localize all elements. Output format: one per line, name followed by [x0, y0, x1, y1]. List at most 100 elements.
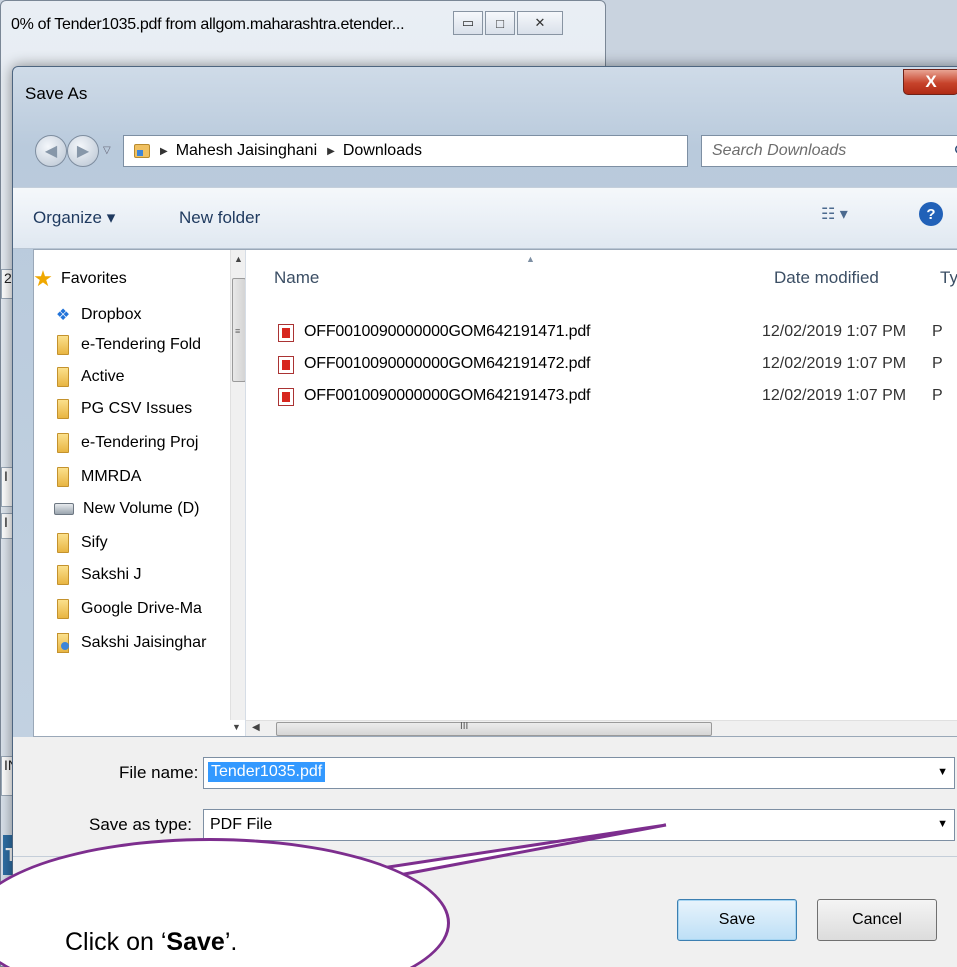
nav-item-label: New Volume (D): [83, 500, 200, 517]
maximize-button[interactable]: □: [485, 11, 515, 35]
star-icon: ★: [34, 266, 53, 291]
nav-item-folder[interactable]: Sakshi J: [54, 560, 245, 590]
nav-item-drive[interactable]: New Volume (D): [54, 494, 245, 524]
folder-icon: [57, 599, 69, 619]
close-button[interactable]: ✕: [517, 11, 563, 35]
nav-item-label: Sakshi Jaisinghar: [81, 634, 207, 651]
search-placeholder: Search Downloads: [712, 142, 847, 159]
file-date: 12/02/2019 1:07 PM: [762, 355, 907, 372]
window-controls: ▭ □ ✕: [453, 11, 563, 35]
breadcrumb-downloads[interactable]: Downloads: [343, 142, 422, 160]
minimize-button[interactable]: ▭: [453, 11, 483, 35]
file-type: P: [932, 387, 943, 404]
column-header-date[interactable]: Date modified: [774, 250, 879, 306]
breadcrumb-separator-icon: ▶: [160, 145, 168, 157]
file-row[interactable]: OFF0010090000000GOM642191471.pdf 12/02/2…: [278, 318, 957, 348]
save-as-type-value: PDF File: [210, 816, 273, 833]
nav-item-dropbox[interactable]: ❖ Dropbox: [54, 300, 245, 330]
folder-icon: [134, 144, 150, 158]
nav-item-favorites[interactable]: ★ Favorites: [34, 264, 245, 294]
nav-item-label: Sakshi J: [81, 566, 142, 583]
back-arrow-icon[interactable]: ◀: [35, 135, 67, 167]
help-icon[interactable]: ?: [919, 202, 943, 226]
nav-item-label: PG CSV Issues: [81, 400, 193, 417]
nav-item-folder[interactable]: PG CSV Issues: [54, 394, 245, 424]
pdf-icon: [278, 388, 294, 406]
nav-item-folder[interactable]: e-Tendering Proj: [54, 428, 245, 458]
nav-item-folder[interactable]: Google Drive-Ma: [54, 594, 245, 624]
dialog-title: Save As: [25, 84, 88, 103]
callout-text: Click on ‘Save’.: [65, 928, 237, 957]
nav-item-label: Favorites: [61, 270, 127, 287]
view-options-icon[interactable]: ☷ ▾: [821, 204, 848, 224]
progress-window-title: 0% of Tender1035.pdf from allgom.maharas…: [11, 16, 405, 33]
nav-item-folder[interactable]: Sify: [54, 528, 245, 558]
save-as-dialog: Save As X ◀ ▶ ▽ ▶ Mahesh Jaisinghani ▶ D…: [12, 66, 957, 967]
nav-item-folder[interactable]: MMRDA: [54, 462, 245, 492]
nav-item-folder[interactable]: Active: [54, 362, 245, 392]
hard-drive-icon: [54, 503, 74, 515]
grip-icon: III: [460, 721, 469, 732]
file-type: P: [932, 355, 943, 372]
browser-area: ★ Favorites ❖ Dropbox e-Tendering Fold A…: [33, 249, 957, 737]
search-input[interactable]: Search Downloads ⚲: [701, 135, 957, 167]
nav-item-label: e-Tendering Proj: [81, 434, 199, 451]
organize-menu-button[interactable]: Organize ▾: [33, 208, 115, 228]
breadcrumb-user[interactable]: Mahesh Jaisinghani: [176, 142, 317, 160]
file-row[interactable]: OFF0010090000000GOM642191473.pdf 12/02/2…: [278, 382, 957, 412]
file-row[interactable]: OFF0010090000000GOM642191472.pdf 12/02/2…: [278, 350, 957, 380]
nav-item-label: Dropbox: [81, 306, 142, 323]
file-name-label: File name:: [119, 763, 199, 782]
horizontal-scrollbar[interactable]: ◀ III ▶: [246, 720, 957, 736]
save-as-type-label: Save as type:: [89, 815, 193, 834]
pdf-icon: [278, 356, 294, 374]
command-toolbar: Organize ▾ New folder ☷ ▾ ?: [13, 187, 957, 249]
callout-prefix: Click on ‘: [65, 928, 167, 956]
folder-icon: [57, 467, 69, 487]
scroll-left-icon[interactable]: ◀: [252, 722, 260, 733]
file-name: OFF0010090000000GOM642191471.pdf: [304, 323, 591, 340]
nav-item-folder[interactable]: e-Tendering Fold: [54, 330, 245, 360]
breadcrumb-separator-icon: ▶: [327, 145, 335, 157]
file-name: OFF0010090000000GOM642191472.pdf: [304, 355, 591, 372]
column-header-type[interactable]: Ty: [940, 250, 957, 306]
navigation-pane: ★ Favorites ❖ Dropbox e-Tendering Fold A…: [34, 250, 246, 736]
folder-icon: [57, 433, 69, 453]
address-bar[interactable]: ▶ Mahesh Jaisinghani ▶ Downloads ▼ ↻: [123, 135, 752, 167]
search-icon[interactable]: ⚲: [954, 142, 957, 162]
new-folder-button[interactable]: New folder: [179, 208, 260, 228]
file-date: 12/02/2019 1:07 PM: [762, 387, 907, 404]
file-type: P: [932, 323, 943, 340]
nav-item-label: Active: [81, 368, 125, 385]
dialog-close-button[interactable]: X: [903, 69, 957, 95]
scroll-down-icon[interactable]: ▼: [232, 722, 241, 732]
file-name: OFF0010090000000GOM642191473.pdf: [304, 387, 591, 404]
sort-indicator-icon: ▲: [526, 254, 535, 264]
nav-item-label: e-Tendering Fold: [81, 336, 202, 353]
folder-icon: [57, 367, 69, 387]
folder-icon: [57, 565, 69, 585]
pdf-icon: [278, 324, 294, 342]
save-as-type-select[interactable]: PDF File ▼: [203, 809, 955, 841]
nav-item-user-folder[interactable]: Sakshi Jaisinghar: [54, 628, 245, 658]
forward-arrow-icon[interactable]: ▶: [67, 135, 99, 167]
navigation-bar: ◀ ▶ ▽ ▶ Mahesh Jaisinghani ▶ Downloads ▼…: [31, 131, 957, 171]
file-fields-area: File name: Tender1035.pdf ▼ Save as type…: [13, 737, 957, 857]
cancel-button[interactable]: Cancel: [817, 899, 937, 941]
chevron-down-icon[interactable]: ▼: [937, 766, 948, 778]
file-list-pane: ▲ Name Date modified Ty OFF0010090000000…: [248, 250, 957, 720]
recent-locations-chevron-icon[interactable]: ▽: [103, 145, 111, 156]
user-folder-icon: [57, 633, 69, 653]
scroll-up-icon[interactable]: ▲: [234, 254, 243, 264]
scrollbar-thumb[interactable]: [276, 722, 712, 736]
chevron-down-icon[interactable]: ▼: [937, 818, 948, 830]
file-name-value: Tender1035.pdf: [208, 762, 326, 782]
callout-bold: Save: [166, 928, 225, 956]
column-header-name[interactable]: Name: [274, 250, 319, 306]
save-button[interactable]: Save: [677, 899, 797, 941]
nav-pane-scrollbar[interactable]: ▲ ≡: [230, 250, 245, 720]
nav-item-label: Google Drive-Ma: [81, 600, 202, 617]
file-name-input[interactable]: Tender1035.pdf ▼: [203, 757, 955, 789]
dropbox-icon: ❖: [55, 307, 71, 324]
folder-icon: [57, 335, 69, 355]
